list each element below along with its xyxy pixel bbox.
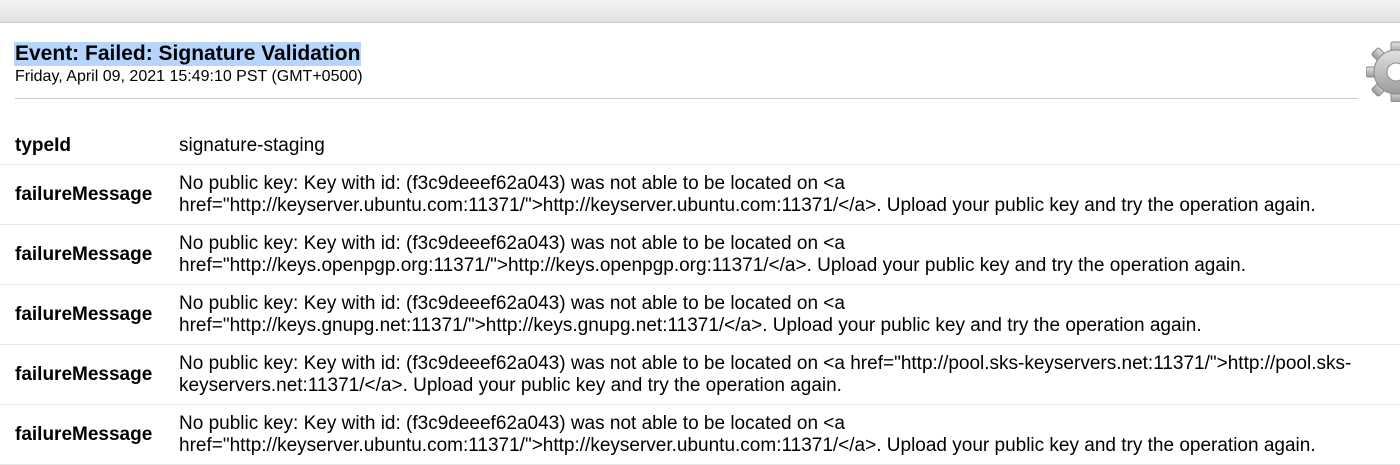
property-value-text: No public key: Key with id: (f3c9deeef62… — [179, 172, 1316, 216]
property-value: No public key: Key with id: (f3c9deeef62… — [179, 345, 1389, 404]
property-value: No public key: Key with id: (f3c9deeef62… — [179, 165, 1389, 224]
table-row: failureMessage No public key: Key with i… — [0, 345, 1400, 405]
window-top-strip — [0, 0, 1400, 23]
event-properties-table: typeId signature-staging failureMessage … — [0, 128, 1400, 465]
event-timestamp: Friday, April 09, 2021 15:49:10 PST (GMT… — [15, 68, 363, 85]
table-row: typeId signature-staging — [0, 128, 1400, 165]
property-value: No public key: Key with id: (f3c9deeef62… — [179, 225, 1389, 284]
table-row: failureMessage No public key: Key with i… — [0, 285, 1400, 345]
property-value: signature-staging — [179, 128, 1389, 164]
property-key: failureMessage — [15, 363, 153, 385]
event-title: Event: Failed: Signature Validation — [14, 42, 362, 66]
property-value-text: No public key: Key with id: (f3c9deeef62… — [179, 412, 1316, 456]
event-header: Event: Failed: Signature Validation Frid… — [14, 42, 1358, 99]
property-key: failureMessage — [15, 243, 153, 265]
property-value-text: No public key: Key with id: (f3c9deeef62… — [179, 232, 1246, 276]
table-row: failureMessage No public key: Key with i… — [0, 225, 1400, 285]
table-row: failureMessage No public key: Key with i… — [0, 405, 1400, 465]
property-value-text: No public key: Key with id: (f3c9deeef62… — [179, 352, 1352, 396]
table-row: failureMessage No public key: Key with i… — [0, 165, 1400, 225]
property-key: typeId — [15, 135, 71, 156]
property-value: No public key: Key with id: (f3c9deeef62… — [179, 405, 1389, 464]
property-key: failureMessage — [15, 423, 153, 445]
gear-icon[interactable] — [1366, 40, 1400, 102]
property-value: No public key: Key with id: (f3c9deeef62… — [179, 285, 1389, 344]
property-key: failureMessage — [15, 183, 153, 205]
property-value-text: signature-staging — [179, 135, 325, 156]
property-key: failureMessage — [15, 303, 153, 325]
property-value-text: No public key: Key with id: (f3c9deeef62… — [179, 292, 1202, 336]
